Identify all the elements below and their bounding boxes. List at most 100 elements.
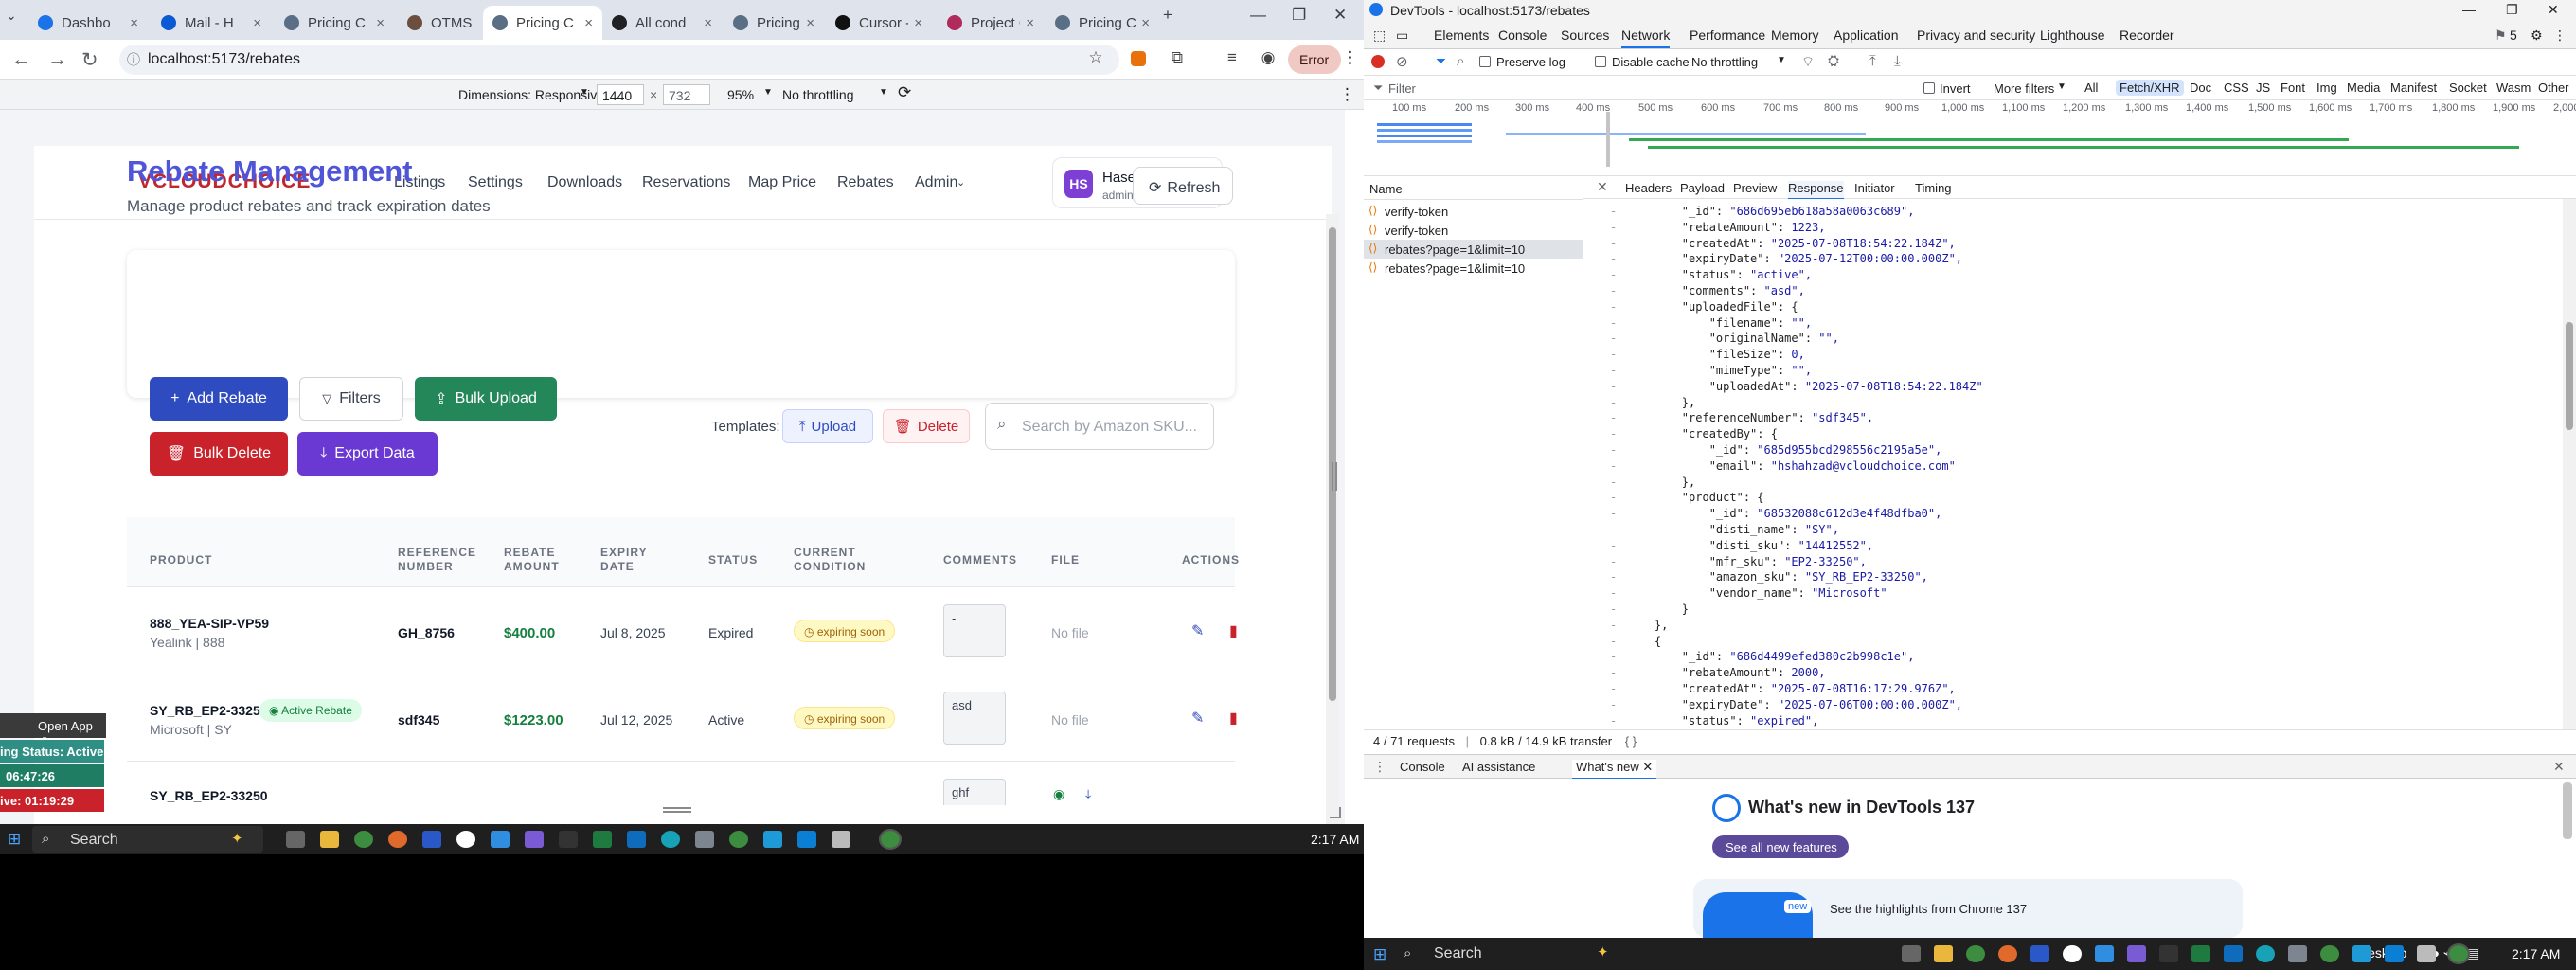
- invert-checkbox[interactable]: [1923, 82, 1935, 94]
- type-doc[interactable]: Doc: [2186, 80, 2215, 96]
- taskbar-search[interactable]: ⌕ Search ✦: [32, 826, 263, 853]
- more-menu-icon[interactable]: ⋮: [1339, 48, 1360, 69]
- app-icon[interactable]: [422, 831, 441, 848]
- drawer-menu-icon[interactable]: ⋮: [1373, 759, 1386, 775]
- browser-tab-active[interactable]: Pricing C ×: [483, 6, 602, 40]
- close-icon[interactable]: ✕: [1642, 760, 1653, 774]
- type-other[interactable]: Other: [2534, 80, 2573, 96]
- drawer-tab-console[interactable]: Console: [1400, 760, 1445, 774]
- copilot-icon[interactable]: ✦: [1597, 943, 1609, 961]
- resize-handle-corner[interactable]: [1330, 807, 1341, 818]
- close-window-icon[interactable]: ✕: [1333, 6, 1347, 25]
- close-icon[interactable]: ×: [376, 15, 385, 31]
- browser-tab[interactable]: Cursor - ×: [826, 6, 932, 40]
- clear-icon[interactable]: ⊘: [1396, 53, 1408, 70]
- windows-start-icon[interactable]: ⊞: [1373, 945, 1386, 964]
- app-icon[interactable]: [2352, 945, 2371, 962]
- tab-performance[interactable]: Performance: [1690, 27, 1765, 43]
- request-item[interactable]: ⟨⟩ verify-token: [1364, 221, 1583, 240]
- type-fetch-xhr[interactable]: Fetch/XHR: [2116, 80, 2184, 96]
- type-css[interactable]: CSS: [2220, 80, 2253, 96]
- preserve-log-checkbox[interactable]: [1479, 56, 1491, 67]
- vscode-icon[interactable]: [2385, 945, 2404, 962]
- bulk-delete-button[interactable]: 🗑 Bulk Delete: [150, 432, 288, 476]
- extension-icon[interactable]: [1131, 51, 1146, 66]
- type-socket[interactable]: Socket: [2445, 80, 2491, 96]
- type-manifest[interactable]: Manifest: [2387, 80, 2441, 96]
- bulk-upload-button[interactable]: ⇪ Bulk Upload: [415, 377, 557, 421]
- comment-box[interactable]: asd: [943, 692, 1006, 745]
- close-icon[interactable]: ×: [253, 15, 261, 31]
- request-item[interactable]: ⟨⟩ verify-token: [1364, 202, 1583, 221]
- open-app-button[interactable]: Open App ↗: [0, 713, 106, 747]
- comment-box[interactable]: ghf: [943, 779, 1006, 805]
- task-view-icon[interactable]: [286, 831, 305, 848]
- type-all[interactable]: All: [2081, 80, 2102, 96]
- tab-sources[interactable]: Sources: [1561, 27, 1609, 43]
- close-icon[interactable]: ×: [704, 15, 712, 31]
- chrome-icon[interactable]: [2447, 943, 2470, 964]
- forward-icon[interactable]: →: [47, 48, 67, 71]
- response-scrollbar[interactable]: [2563, 199, 2576, 729]
- close-icon[interactable]: ×: [914, 15, 922, 31]
- close-drawer-icon[interactable]: ✕: [2553, 759, 2565, 775]
- tab-recorder[interactable]: Recorder: [2120, 27, 2174, 43]
- chrome-icon[interactable]: [879, 829, 902, 850]
- app-icon[interactable]: [456, 831, 475, 848]
- nav-reservations[interactable]: Reservations: [642, 174, 730, 191]
- minimize-icon[interactable]: —: [2462, 2, 2476, 17]
- delete-icon[interactable]: ▮: [1229, 621, 1238, 640]
- edge-icon[interactable]: [661, 831, 680, 848]
- pretty-print-icon[interactable]: { }: [1625, 734, 1637, 748]
- throttle-select[interactable]: No throttling: [782, 87, 853, 102]
- profile-icon[interactable]: ◉: [1258, 48, 1279, 69]
- app-icon[interactable]: [388, 831, 407, 848]
- export-har-icon[interactable]: ⤓: [1894, 53, 1901, 69]
- timeline-handle[interactable]: [1606, 112, 1610, 167]
- table-row[interactable]: SY_RB_EP2-33250 ghf ◉ ⤓: [127, 762, 1235, 805]
- height-input[interactable]: 732: [663, 84, 710, 105]
- issues-icon[interactable]: ⚑: [2495, 27, 2507, 44]
- tab-privacy-security[interactable]: Privacy and security: [1917, 27, 2035, 43]
- filter-input[interactable]: Filter: [1388, 81, 1540, 96]
- close-detail-icon[interactable]: ✕: [1597, 179, 1608, 195]
- drawer-scrollbar[interactable]: [2563, 782, 2572, 839]
- network-conditions-icon[interactable]: ⛭: [1828, 53, 1839, 69]
- tab-payload[interactable]: Payload: [1680, 181, 1725, 195]
- terminal-icon[interactable]: [2159, 945, 2178, 962]
- excel-icon[interactable]: [593, 831, 612, 848]
- tab-elements[interactable]: Elements: [1434, 27, 1489, 43]
- nav-map-price[interactable]: Map Price: [748, 174, 816, 191]
- extensions-puzzle-icon[interactable]: ⧉: [1167, 48, 1188, 69]
- media-icon[interactable]: ≡: [1222, 48, 1243, 69]
- browser-tab[interactable]: Pricing C×: [724, 6, 824, 40]
- zoom-select[interactable]: 95%: [727, 87, 754, 102]
- close-icon[interactable]: ×: [130, 15, 138, 31]
- error-badge[interactable]: Error: [1288, 45, 1341, 74]
- template-upload-button[interactable]: ⤒ Upload: [782, 409, 873, 443]
- edge-icon[interactable]: [2256, 945, 2275, 962]
- search-icon[interactable]: ⌕: [1457, 53, 1464, 69]
- maximize-icon[interactable]: ❐: [1292, 6, 1306, 25]
- nav-rebates[interactable]: Rebates: [837, 174, 894, 191]
- device-more-icon[interactable]: ⋮: [1339, 85, 1355, 104]
- add-rebate-button[interactable]: + Add Rebate: [150, 377, 288, 421]
- close-window-icon[interactable]: ✕: [2548, 2, 2559, 18]
- table-row[interactable]: SY_RB_EP2-33250 ◉ Active Rebate Microsof…: [127, 674, 1238, 762]
- app-icon[interactable]: [525, 831, 544, 848]
- chrome-icon[interactable]: [1966, 945, 1985, 962]
- outlook-icon[interactable]: [2224, 945, 2243, 962]
- tab-console[interactable]: Console: [1498, 27, 1547, 43]
- table-row[interactable]: 888_YEA-SIP-VP59 Yealink | 888 GH_8756 $…: [127, 587, 1238, 674]
- record-icon[interactable]: [1371, 55, 1385, 68]
- tab-lighthouse[interactable]: Lighthouse: [2040, 27, 2105, 43]
- highlights-link[interactable]: See the highlights from Chrome 137: [1830, 902, 2027, 916]
- nav-downloads[interactable]: Downloads: [547, 174, 622, 191]
- excel-icon[interactable]: [2191, 945, 2210, 962]
- bookmark-star-icon[interactable]: ☆: [1085, 48, 1106, 69]
- tab-application[interactable]: Application: [1834, 27, 1899, 43]
- template-delete-button[interactable]: 🗑 Delete: [883, 409, 970, 443]
- rotate-icon[interactable]: ⟳: [898, 83, 911, 102]
- type-wasm[interactable]: Wasm: [2493, 80, 2534, 96]
- browser-tab[interactable]: Pricing C×: [275, 6, 394, 40]
